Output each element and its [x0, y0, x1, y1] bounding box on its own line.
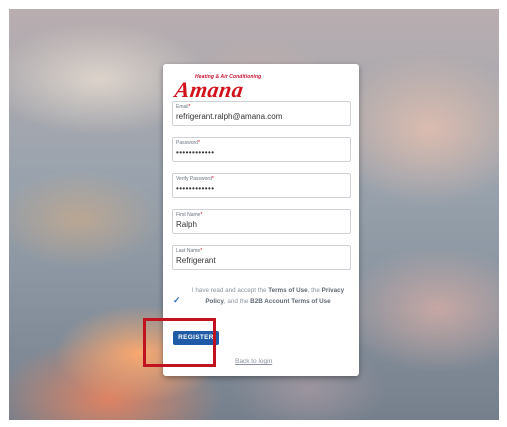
required-mark: * [188, 104, 191, 110]
verify-password-label: Verify Password [176, 176, 212, 182]
terms-text: I have read and accept the Terms of Use,… [191, 287, 345, 305]
required-mark: * [211, 176, 214, 182]
password-label: Password [176, 140, 198, 146]
terms-checkbox[interactable]: ✓ [173, 296, 181, 305]
required-mark: * [200, 248, 203, 254]
register-highlight-box [143, 318, 216, 367]
required-mark: * [197, 140, 200, 146]
last-name-field[interactable]: Last Name* Refrigerant [172, 245, 351, 270]
email-value: refrigerant.ralph@amana.com [176, 112, 283, 121]
email-label: Email [176, 104, 189, 110]
terms-of-use-link[interactable]: Terms of Use [268, 287, 307, 294]
b2b-terms-link[interactable]: B2B Account Terms of Use [250, 298, 330, 305]
email-field[interactable]: Email* refrigerant.ralph@amana.com [172, 101, 351, 126]
first-name-label: First Name [176, 212, 201, 218]
last-name-label: Last Name [176, 248, 201, 254]
terms-consent: ✓ I have read and accept the Terms of Us… [173, 284, 351, 320]
first-name-field[interactable]: First Name* Ralph [172, 209, 351, 234]
verify-password-value: •••••••••••• [176, 184, 215, 193]
logo-wordmark: Amana [173, 77, 246, 102]
first-name-value: Ralph [176, 220, 197, 229]
amana-logo: Heating & Air Conditioning Amana [173, 73, 275, 103]
password-field[interactable]: Password* •••••••••••• [172, 137, 351, 162]
back-to-login-link[interactable]: Back to login [235, 358, 272, 365]
password-value: •••••••••••• [176, 148, 215, 157]
verify-password-field[interactable]: Verify Password* •••••••••••• [172, 173, 351, 198]
required-mark: * [200, 212, 203, 218]
last-name-value: Refrigerant [176, 256, 216, 265]
